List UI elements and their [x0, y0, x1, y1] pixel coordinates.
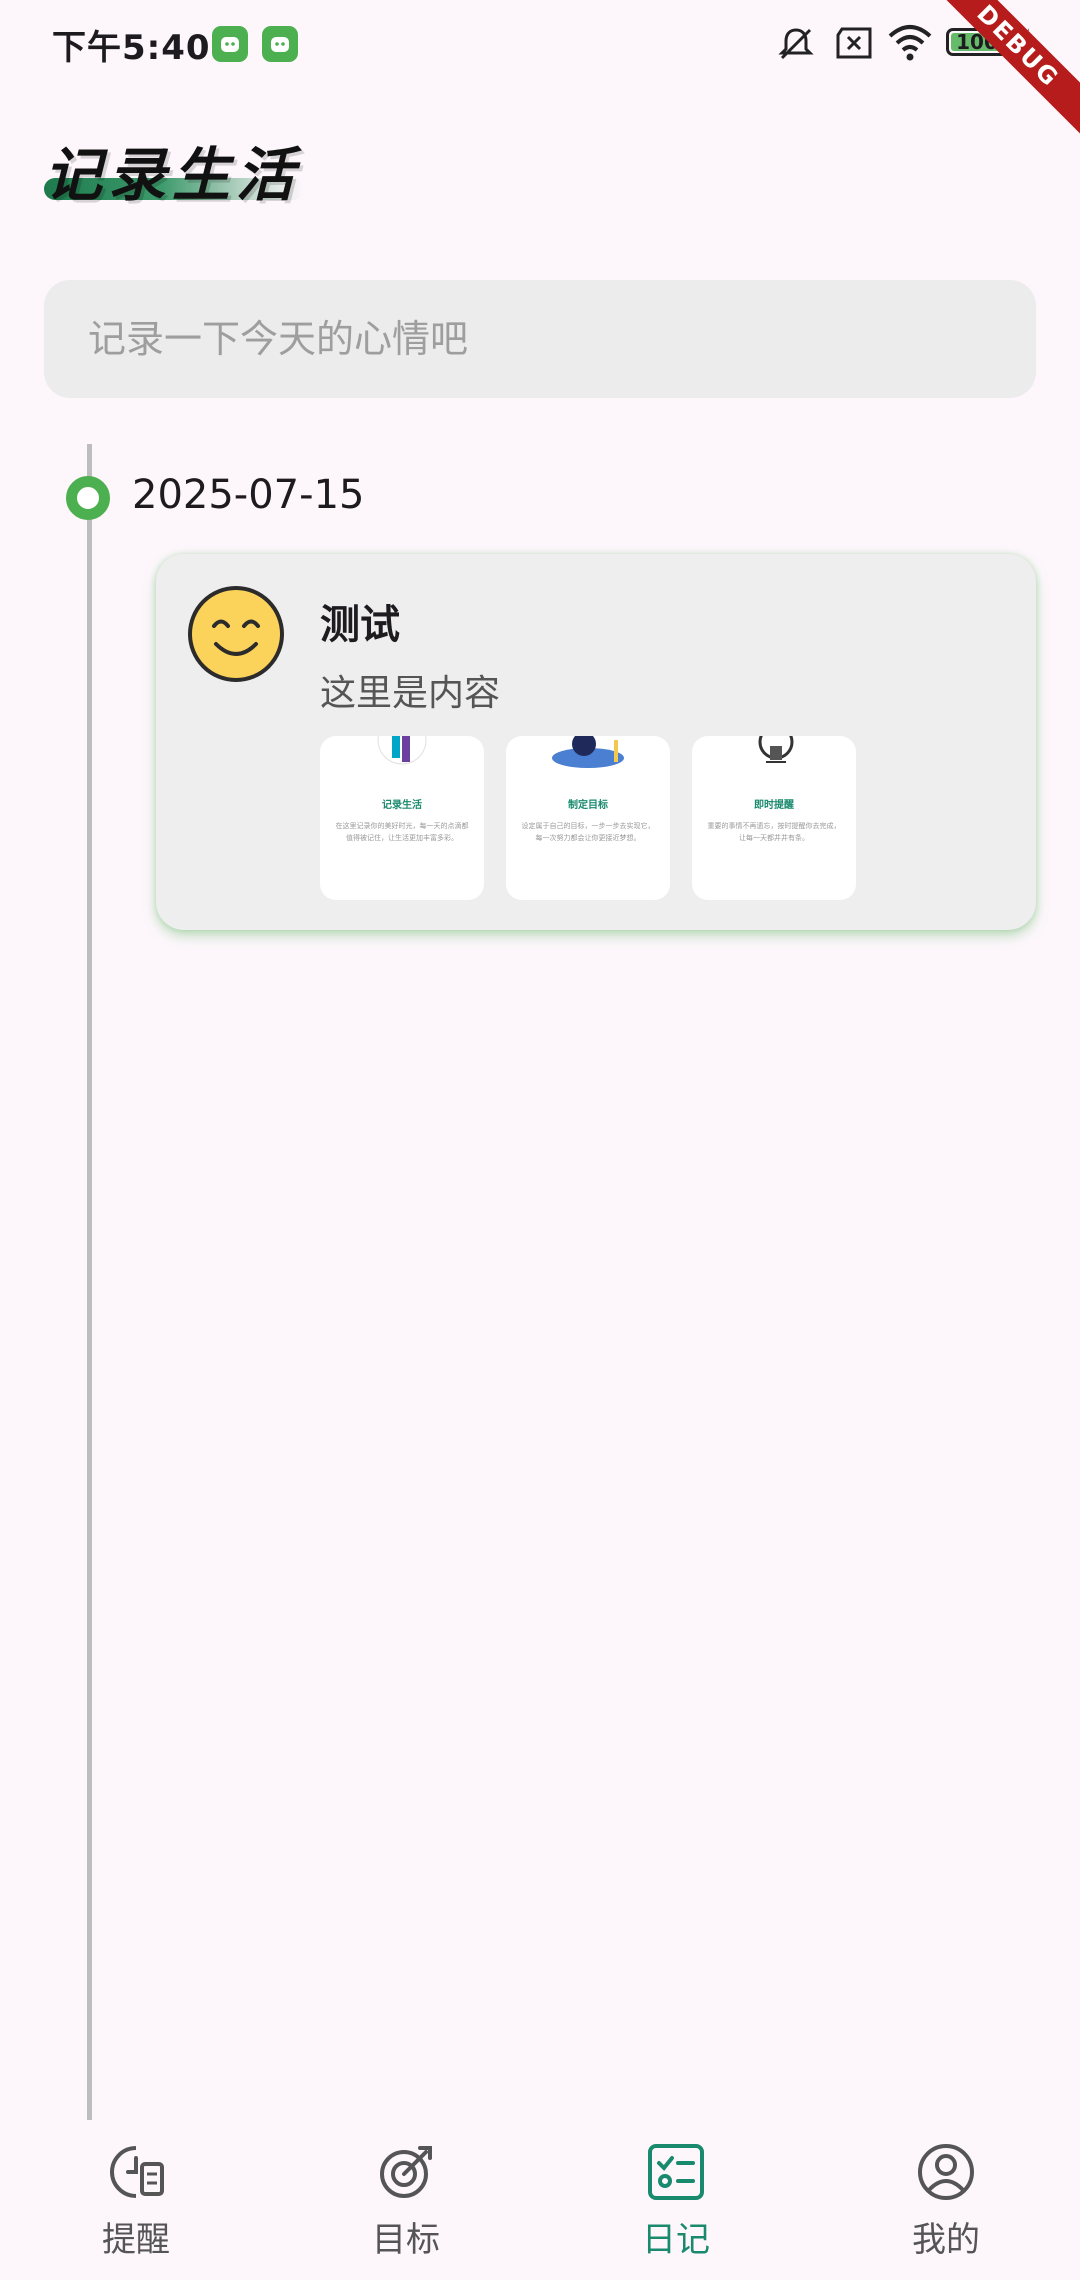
entry-content: 这里是内容	[320, 673, 501, 714]
entry-title: 测试	[320, 602, 400, 648]
status-time: 下午5:40	[52, 28, 211, 68]
illustration-icon	[552, 736, 624, 768]
thumbnail-text: 重要的事情不再遗忘，按时提醒你去完成，让每一天都井井有条。	[707, 822, 841, 842]
profile-icon	[918, 2144, 974, 2200]
page-title-block: 记录生活	[44, 128, 304, 209]
no-sim-icon	[836, 27, 872, 59]
target-icon	[380, 2146, 432, 2198]
mood-input[interactable]	[44, 280, 1036, 398]
entry-image-thumbnail[interactable]: 制定目标 设定属于自己的目标，一步一步去实现它，每一次努力都会让你更接近梦想。	[506, 736, 670, 900]
nav-item-profile[interactable]: 我的	[846, 2142, 1046, 2272]
timeline-dot	[66, 476, 110, 520]
thumbnail-text: 在这里记录你的美好时光，每一天的点滴都值得被记住，让生活更加丰富多彩。	[335, 822, 469, 842]
nav-label: 日记	[642, 2220, 710, 2260]
diary-checklist-icon	[648, 2144, 704, 2200]
nav-label: 提醒	[102, 2220, 170, 2260]
nav-item-diary[interactable]: 日记	[576, 2142, 776, 2272]
nav-label: 我的	[912, 2220, 980, 2260]
app-notification-icon	[262, 26, 298, 62]
nav-label: 目标	[372, 2220, 440, 2260]
illustration-icon	[377, 736, 427, 765]
mute-icon	[778, 28, 814, 60]
timeline-line	[87, 444, 92, 2120]
illustration-icon	[758, 736, 794, 763]
wifi-icon	[888, 25, 932, 61]
app-notification-icon	[212, 26, 248, 62]
nav-item-target[interactable]: 目标	[306, 2142, 506, 2272]
smiley-face-icon	[188, 586, 284, 682]
thumbnail-title: 制定目标	[568, 800, 608, 811]
bottom-navigation: 提醒 目标 日记 我的	[0, 2120, 1080, 2280]
timeline-date: 2025-07-15	[132, 472, 365, 518]
diary-screen: 下午5:40 100 DEBUG 记录生活 记录一下今天的心情吧 2025-07…	[0, 0, 1080, 2280]
status-bar: 下午5:40 100	[0, 0, 1080, 90]
diary-entry-card[interactable]: 测试 这里是内容 记录生活 在这里记录你的美好时光，每一天的点滴都值得被记住，让…	[156, 554, 1036, 930]
thumbnail-title: 即时提醒	[754, 800, 794, 811]
thumbnail-text: 设定属于自己的目标，一步一步去实现它，每一次努力都会让你更接近梦想。	[521, 822, 655, 842]
nav-item-reminder[interactable]: 提醒	[36, 2142, 236, 2272]
entry-image-thumbnail[interactable]: 记录生活 在这里记录你的美好时光，每一天的点滴都值得被记住，让生活更加丰富多彩。	[320, 736, 484, 900]
entry-image-thumbnail[interactable]: 即时提醒 重要的事情不再遗忘，按时提醒你去完成，让每一天都井井有条。	[692, 736, 856, 900]
page-title: 记录生活	[44, 141, 301, 209]
thumbnail-title: 记录生活	[382, 800, 422, 811]
reminder-icon	[110, 2146, 164, 2198]
